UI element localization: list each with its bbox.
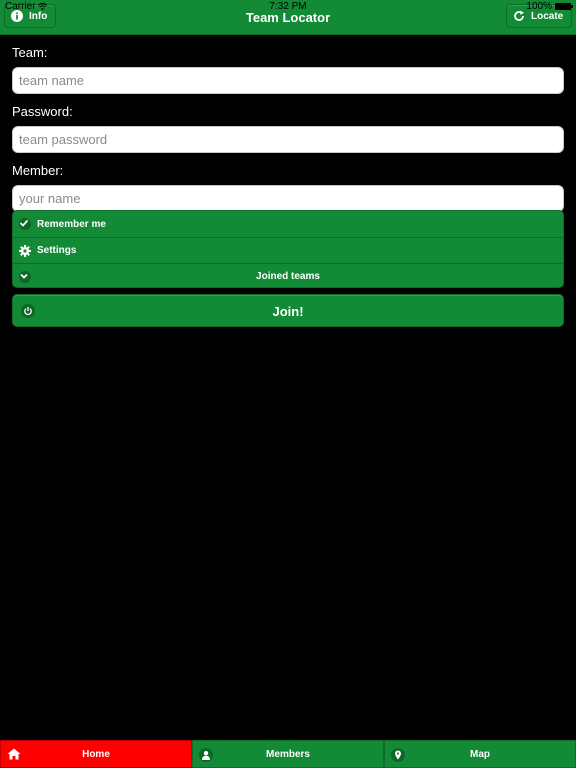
app-screen: Team Locator Info Locate Carrier 7:32 PM… bbox=[0, 0, 576, 768]
join-button[interactable]: Join! bbox=[12, 294, 564, 327]
tab-members[interactable]: Members bbox=[192, 740, 384, 768]
tab-home-label: Home bbox=[82, 749, 110, 760]
login-form: Team: Password: Member: bbox=[12, 44, 564, 221]
team-label: Team: bbox=[12, 45, 48, 60]
joined-teams-toggle[interactable]: Joined teams bbox=[13, 263, 563, 287]
tab-home[interactable]: Home bbox=[0, 740, 192, 768]
remember-me-label: Remember me bbox=[37, 218, 106, 230]
options-list: Remember me Settings Joined teams bbox=[12, 210, 564, 288]
member-label: Member: bbox=[12, 163, 64, 178]
tab-map-label: Map bbox=[470, 749, 490, 760]
checkmark-icon bbox=[19, 218, 31, 230]
battery-percent: 100% bbox=[526, 1, 552, 12]
join-button-label: Join! bbox=[272, 304, 304, 319]
remember-me-checkbox[interactable]: Remember me bbox=[13, 211, 563, 237]
clock: 7:32 PM bbox=[269, 1, 307, 12]
settings-item[interactable]: Settings bbox=[13, 237, 563, 263]
tab-members-label: Members bbox=[266, 749, 310, 760]
info-button-label: Info bbox=[29, 10, 48, 22]
team-password-input[interactable] bbox=[12, 126, 564, 153]
battery-icon bbox=[555, 3, 573, 10]
tab-bar: Home Members Map bbox=[0, 740, 576, 768]
gear-icon bbox=[19, 244, 31, 257]
page-title: Team Locator bbox=[245, 10, 331, 25]
locate-button-label: Locate bbox=[531, 10, 564, 22]
member-name-input[interactable] bbox=[12, 185, 564, 212]
status-bar: Carrier 7:32 PM 100% bbox=[0, 0, 576, 12]
password-label: Password: bbox=[12, 104, 73, 119]
tab-map[interactable]: Map bbox=[384, 740, 576, 768]
team-name-input[interactable] bbox=[12, 67, 564, 94]
settings-label: Settings bbox=[37, 245, 77, 256]
joined-teams-label: Joined teams bbox=[256, 271, 320, 282]
